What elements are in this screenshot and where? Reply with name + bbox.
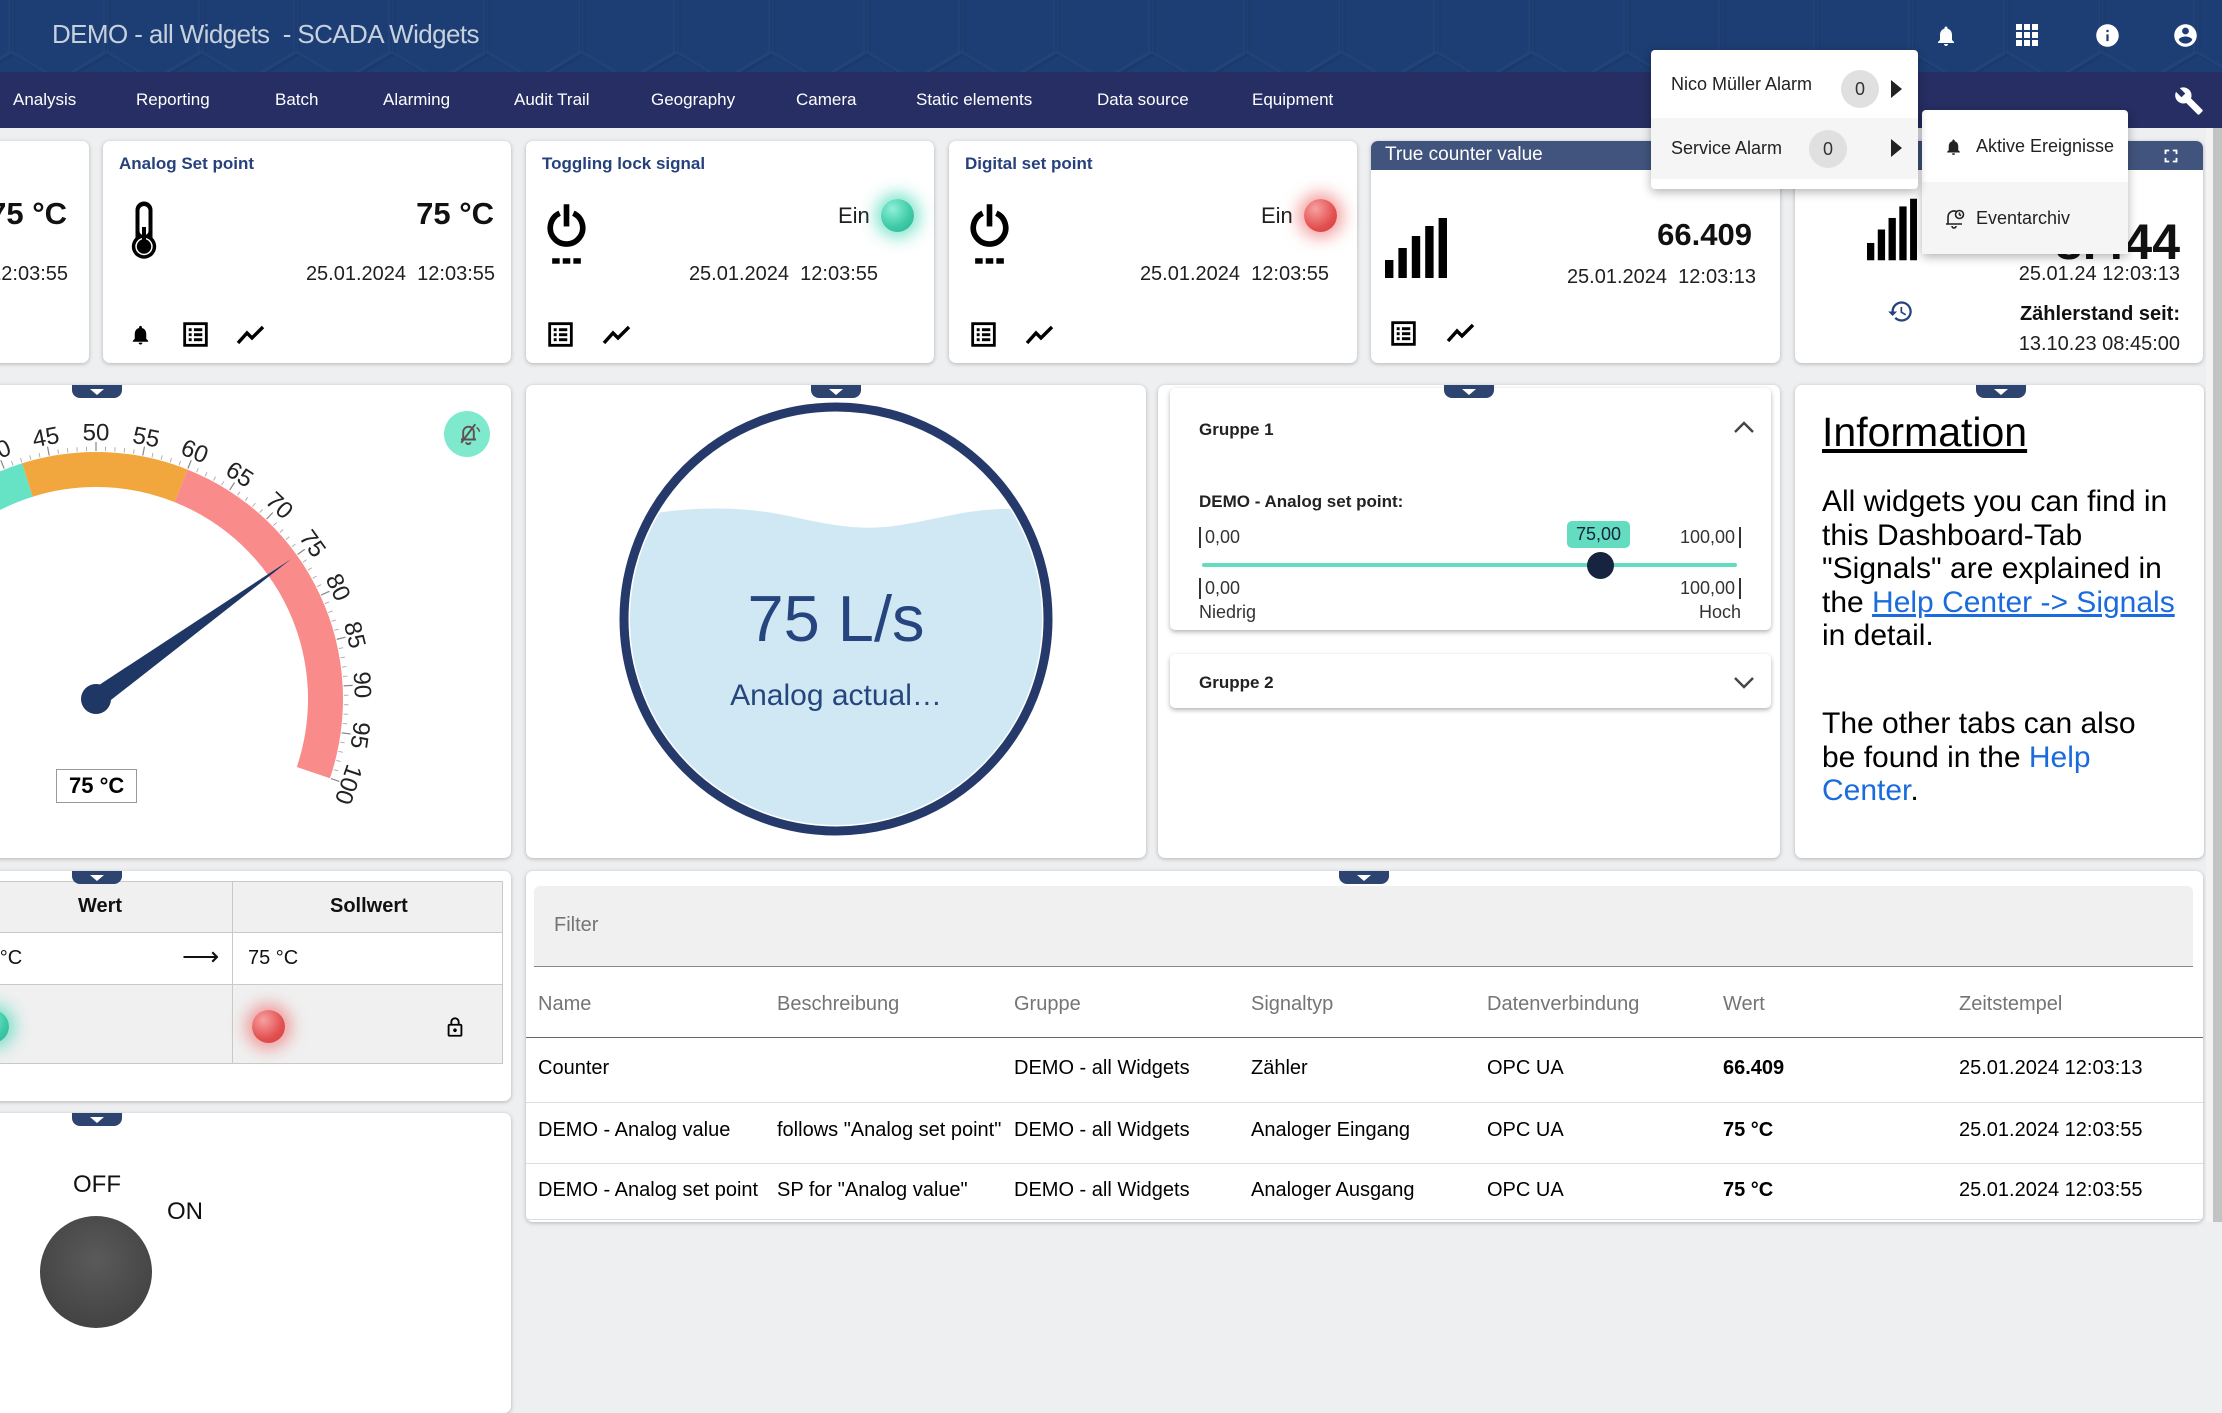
svg-text:65: 65 — [221, 456, 258, 493]
svg-text:100: 100 — [329, 761, 367, 808]
svg-text:95: 95 — [344, 720, 374, 750]
svg-text:60: 60 — [177, 434, 212, 469]
svg-text:75: 75 — [294, 525, 332, 562]
svg-text:50: 50 — [83, 419, 110, 446]
svg-text:80: 80 — [320, 570, 356, 606]
svg-text:55: 55 — [131, 422, 162, 454]
svg-text:90: 90 — [348, 671, 376, 699]
svg-text:85: 85 — [338, 619, 371, 651]
svg-text:75 L/s: 75 L/s — [747, 582, 924, 655]
svg-text:45: 45 — [30, 422, 61, 454]
svg-text:Analog actual…: Analog actual… — [730, 679, 942, 712]
svg-text:70: 70 — [260, 487, 298, 525]
